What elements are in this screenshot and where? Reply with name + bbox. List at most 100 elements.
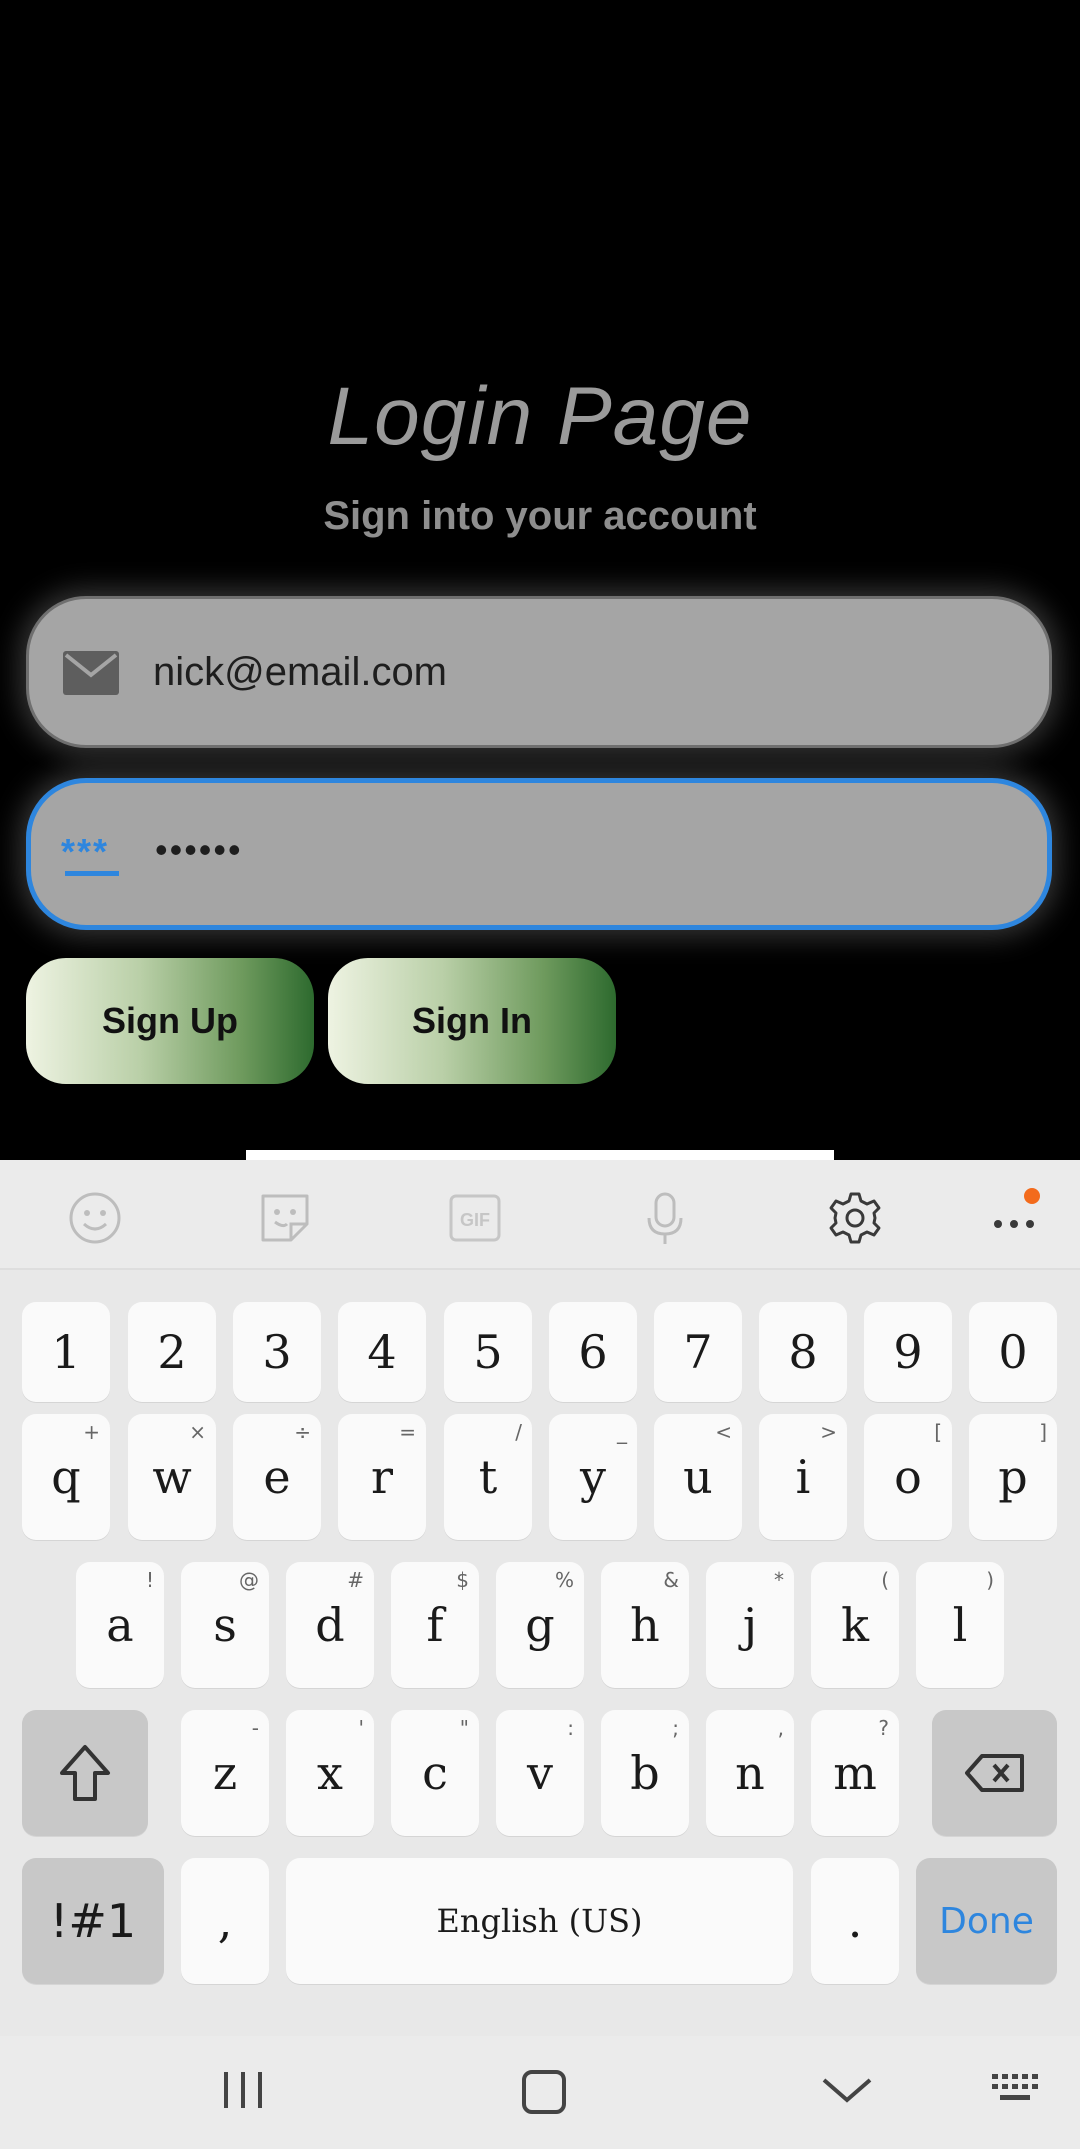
period-key[interactable]: . <box>811 1858 899 1984</box>
key-b[interactable]: b; <box>601 1710 689 1836</box>
password-value: •••••• <box>155 829 243 870</box>
gif-icon-label: GIF <box>460 1210 490 1230</box>
key-0[interactable]: 0 <box>969 1302 1057 1402</box>
key-f-secondary: $ <box>456 1568 469 1592</box>
key-l-letter: l <box>952 1598 968 1652</box>
gif-icon[interactable]: GIF <box>447 1190 503 1246</box>
key-u[interactable]: u < <box>654 1414 742 1540</box>
key-l[interactable]: l) <box>916 1562 1004 1688</box>
key-m[interactable]: m? <box>811 1710 899 1836</box>
key-7[interactable]: 7 <box>654 1302 742 1402</box>
system-nav-bar <box>0 2036 1080 2149</box>
password-icon: *** <box>61 831 123 877</box>
comma-key[interactable]: , <box>181 1858 269 1984</box>
key-9[interactable]: 9 <box>864 1302 952 1402</box>
key-q-letter: q <box>51 1450 81 1504</box>
key-y-secondary: _ <box>617 1420 627 1444</box>
sign-in-button[interactable]: Sign In <box>328 958 616 1084</box>
password-field[interactable]: *** •••••• <box>26 778 1052 930</box>
backspace-icon <box>964 1754 1024 1792</box>
key-n[interactable]: n, <box>706 1710 794 1836</box>
key-s-secondary: @ <box>239 1568 259 1592</box>
key-w[interactable]: w × <box>128 1414 216 1540</box>
recent-apps-icon[interactable] <box>218 2068 268 2112</box>
key-k[interactable]: k( <box>811 1562 899 1688</box>
key-2[interactable]: 2 <box>128 1302 216 1402</box>
key-4[interactable]: 4 <box>338 1302 426 1402</box>
key-g[interactable]: g% <box>496 1562 584 1688</box>
key-t[interactable]: t / <box>444 1414 532 1540</box>
key-w-letter: w <box>152 1450 192 1504</box>
home-icon[interactable] <box>520 2068 568 2116</box>
back-icon[interactable] <box>820 2068 874 2108</box>
login-screen: Login Page Sign into your account nick@e… <box>0 0 1080 1160</box>
page-title: Login Page <box>327 371 753 462</box>
key-i[interactable]: i > <box>759 1414 847 1540</box>
key-6[interactable]: 6 <box>549 1302 637 1402</box>
key-h[interactable]: h & <box>601 1562 689 1688</box>
done-key[interactable]: Done <box>916 1858 1057 1984</box>
key-e-letter: e <box>263 1450 291 1504</box>
key-r[interactable]: r = <box>338 1414 426 1540</box>
page-subtitle: Sign into your account <box>323 494 757 538</box>
key-v-secondary: : <box>567 1716 574 1740</box>
key-d-letter: d <box>315 1598 345 1652</box>
key-u-letter: u <box>683 1450 713 1504</box>
key-t-letter: t <box>478 1450 498 1504</box>
shift-key[interactable] <box>22 1710 148 1836</box>
key-p-secondary: ] <box>1039 1420 1047 1444</box>
key-f[interactable]: f $ <box>391 1562 479 1688</box>
key-3[interactable]: 3 <box>233 1302 321 1402</box>
key-c-secondary: " <box>459 1716 469 1740</box>
emoji-icon[interactable] <box>67 1190 123 1246</box>
key-x-secondary: ' <box>358 1716 365 1740</box>
email-value: nick@email.com <box>153 649 448 694</box>
key-h-secondary: & <box>663 1568 679 1592</box>
key-a[interactable]: a! <box>76 1562 164 1688</box>
key-t-secondary: / <box>515 1420 522 1444</box>
microphone-icon[interactable] <box>637 1190 693 1246</box>
key-v[interactable]: v: <box>496 1710 584 1836</box>
key-n-letter: n <box>735 1746 765 1800</box>
keyboard-switch-icon[interactable] <box>990 2068 1042 2108</box>
key-5[interactable]: 5 <box>444 1302 532 1402</box>
key-p[interactable]: p] <box>969 1414 1057 1540</box>
key-u-secondary: < <box>715 1420 732 1444</box>
sign-up-button[interactable]: Sign Up <box>26 958 314 1084</box>
key-d-secondary: # <box>347 1568 364 1592</box>
scroll-indicator <box>246 1150 834 1160</box>
key-g-letter: g <box>525 1598 555 1652</box>
key-i-secondary: > <box>820 1420 837 1444</box>
backspace-key[interactable] <box>932 1710 1057 1836</box>
email-field[interactable]: nick@email.com <box>26 596 1052 748</box>
key-q[interactable]: q + <box>22 1414 110 1540</box>
key-j[interactable]: j * <box>706 1562 794 1688</box>
key-s[interactable]: s @ <box>181 1562 269 1688</box>
key-d[interactable]: d # <box>286 1562 374 1688</box>
key-e[interactable]: e ÷ <box>233 1414 321 1540</box>
key-c-letter: c <box>422 1746 448 1800</box>
key-y[interactable]: y _ <box>549 1414 637 1540</box>
key-i-letter: i <box>795 1450 811 1504</box>
settings-icon[interactable] <box>827 1190 883 1246</box>
key-n-secondary: , <box>777 1716 784 1740</box>
key-j-secondary: * <box>774 1568 784 1592</box>
symbols-key[interactable]: !#1 <box>22 1858 164 1984</box>
key-8[interactable]: 8 <box>759 1302 847 1402</box>
key-c[interactable]: c " <box>391 1710 479 1836</box>
key-o[interactable]: o[ <box>864 1414 952 1540</box>
notification-dot <box>1024 1188 1040 1204</box>
key-s-letter: s <box>213 1598 237 1652</box>
key-a-letter: a <box>106 1598 134 1652</box>
sticker-icon[interactable] <box>257 1190 313 1246</box>
key-f-letter: f <box>426 1598 444 1652</box>
key-x[interactable]: x ' <box>286 1710 374 1836</box>
password-icon-stars: *** <box>61 831 110 872</box>
key-w-secondary: × <box>189 1420 206 1444</box>
space-key[interactable]: English (US) <box>286 1858 793 1984</box>
key-z[interactable]: z- <box>181 1710 269 1836</box>
password-icon-underline <box>65 871 119 876</box>
key-1[interactable]: 1 <box>22 1302 110 1402</box>
key-o-letter: o <box>894 1450 922 1504</box>
soft-keyboard: GIF 1 2 3 4 5 6 7 8 9 0 q + w × e ÷ r = … <box>0 1160 1080 2149</box>
